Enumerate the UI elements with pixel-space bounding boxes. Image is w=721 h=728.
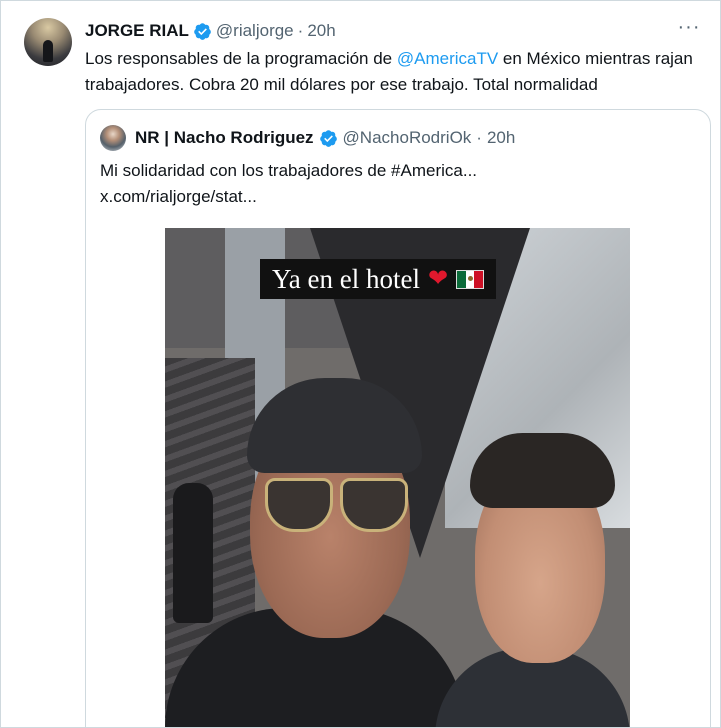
photo-sunglasses bbox=[265, 478, 410, 532]
header-separator: · bbox=[297, 21, 304, 40]
photo-background-person bbox=[173, 483, 213, 623]
tweet-card[interactable]: JORGE RIAL @rialjorge · 20h ··· Los resp… bbox=[0, 0, 721, 728]
quoted-tweet-text: Mi solidaridad con los trabajadores de #… bbox=[100, 158, 660, 210]
quoted-tweet-header: NR | Nacho Rodriguez @NachoRodriOk · 20h bbox=[100, 124, 515, 152]
author-avatar[interactable] bbox=[24, 18, 72, 66]
mention-link[interactable]: @AmericaTV bbox=[397, 49, 498, 68]
photo-caption-text: Ya en el hotel bbox=[272, 264, 420, 294]
verified-badge-icon bbox=[319, 129, 337, 147]
tweet-timestamp[interactable]: 20h bbox=[307, 21, 335, 41]
tweet-header: JORGE RIAL @rialjorge · 20h bbox=[85, 20, 336, 42]
quoted-author-avatar[interactable] bbox=[100, 125, 126, 151]
tweet-text-start: Los responsables de la programación de bbox=[85, 49, 397, 68]
author-name[interactable]: JORGE RIAL bbox=[85, 21, 189, 41]
tweet-text: Los responsables de la programación de @… bbox=[85, 46, 705, 98]
quoted-tweet[interactable]: NR | Nacho Rodriguez @NachoRodriOk · 20h… bbox=[85, 109, 711, 727]
photo-person-right-hair bbox=[470, 433, 615, 508]
photo-caption: Ya en el hotel ❤ bbox=[260, 259, 497, 299]
quoted-author-handle[interactable]: @NachoRodriOk bbox=[343, 128, 472, 148]
quoted-tweet-photo[interactable]: Ya en el hotel ❤ bbox=[165, 228, 630, 727]
red-heart-icon: ❤ bbox=[428, 266, 449, 292]
verified-badge-icon bbox=[194, 22, 211, 40]
mexico-flag-icon bbox=[456, 269, 485, 289]
quoted-author-name[interactable]: NR | Nacho Rodriguez bbox=[135, 128, 314, 148]
quoted-link[interactable]: x.com/rialjorge/stat... bbox=[100, 184, 660, 210]
quoted-text-line: Mi solidaridad con los trabajadores de #… bbox=[100, 161, 478, 180]
quoted-header-separator: · bbox=[476, 128, 482, 147]
author-handle[interactable]: @rialjorge bbox=[216, 21, 294, 41]
more-options-icon[interactable]: ··· bbox=[676, 17, 702, 41]
quoted-tweet-timestamp[interactable]: 20h bbox=[487, 128, 515, 148]
